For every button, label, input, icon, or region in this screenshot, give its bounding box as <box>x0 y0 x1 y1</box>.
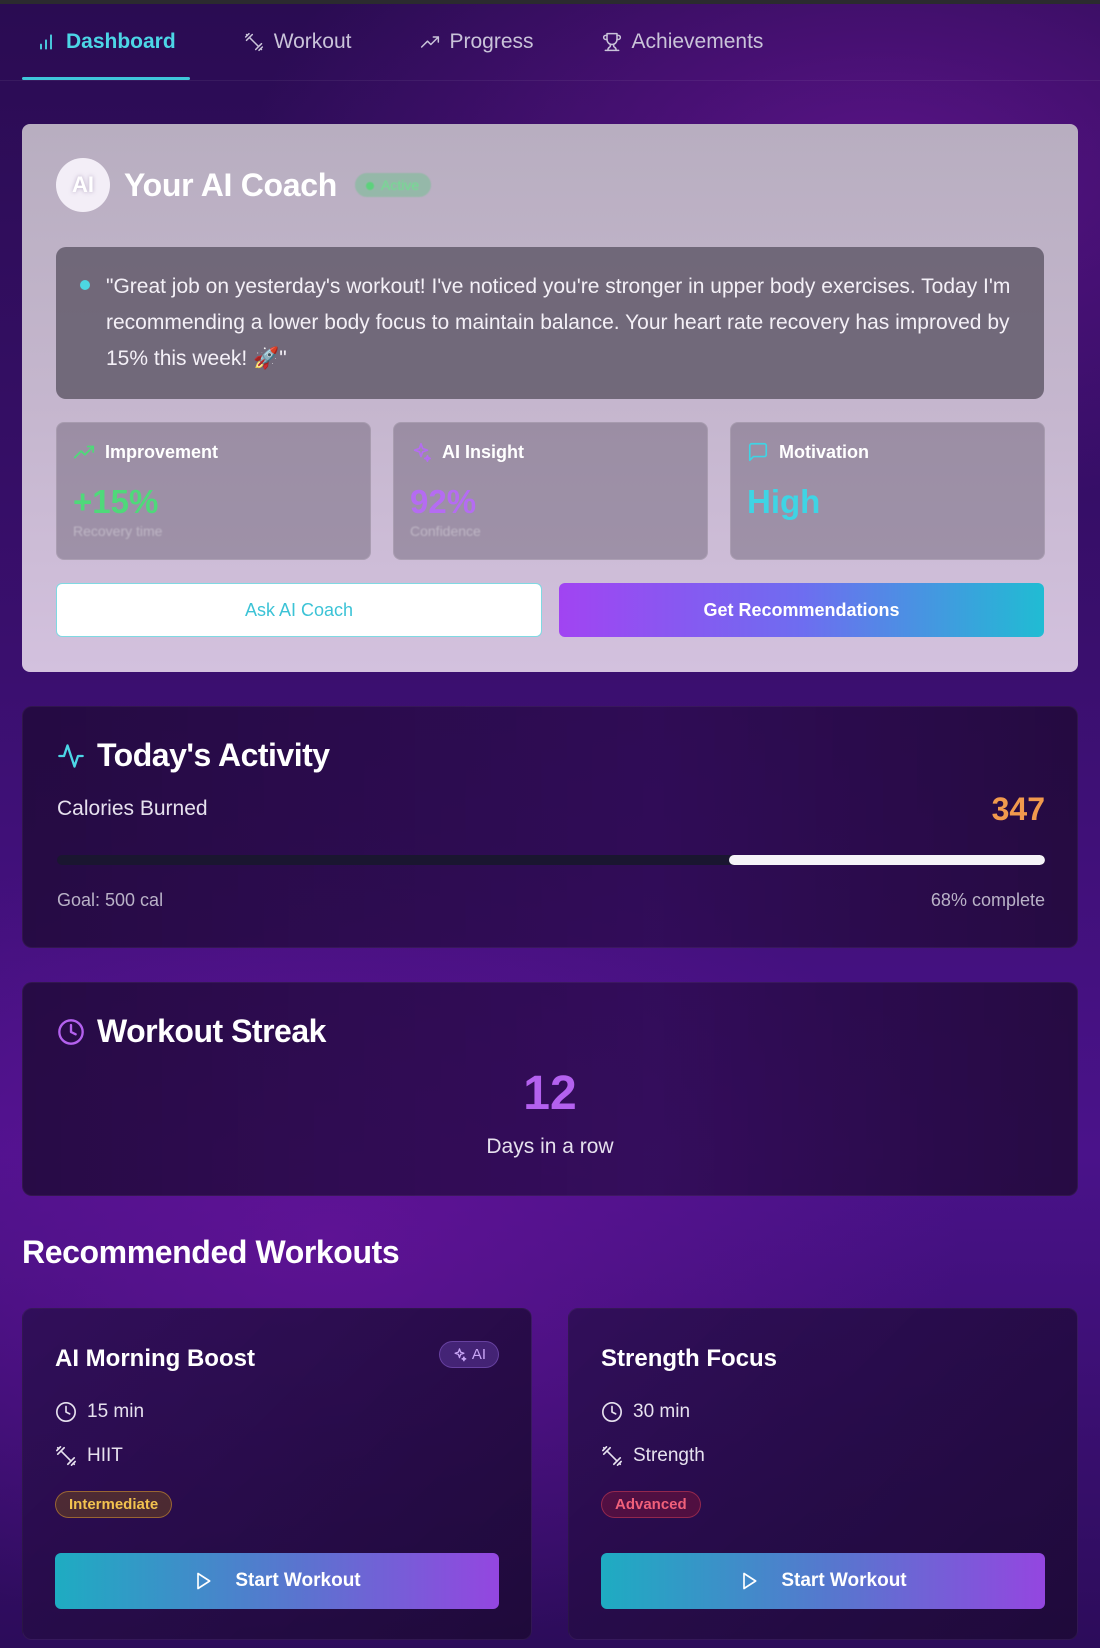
recommended-workouts-heading: Recommended Workouts <box>22 1234 400 1270</box>
clock-icon <box>602 1402 622 1422</box>
stat-value: +15% <box>73 483 159 520</box>
workout-duration: 30 min <box>601 1401 690 1423</box>
stat-sub: Confidence <box>410 523 481 539</box>
ai-badge-label: AI <box>471 1346 486 1363</box>
type-text: Strength <box>633 1445 705 1466</box>
get-recommendations-button[interactable]: Get Recommendations <box>559 583 1044 637</box>
sparkles-icon <box>413 442 431 462</box>
coach-message: "Great job on yesterday's workout! I've … <box>106 275 1011 370</box>
todays-activity-panel: Today's Activity Calories Burned 347 Goa… <box>22 706 1078 948</box>
tab-label: Achievements <box>631 30 764 53</box>
status-badge: Active <box>355 173 432 197</box>
stat-improvement: Improvement +15% Recovery time <box>56 422 371 560</box>
bar-chart-icon <box>40 34 52 50</box>
workout-type: HIIT <box>55 1445 123 1467</box>
start-workout-label: Start Workout <box>781 1570 907 1591</box>
stat-label: AI Insight <box>442 441 524 462</box>
panel-title: Workout Streak <box>57 1013 326 1050</box>
trophy-icon <box>602 32 621 52</box>
workout-title: Strength Focus <box>601 1345 778 1372</box>
avatar: AI <box>56 158 110 212</box>
dumbbell-icon <box>56 1446 76 1466</box>
coach-message-box: "Great job on yesterday's workout! I've … <box>56 247 1044 399</box>
start-workout-button[interactable]: Start Workout <box>55 1553 499 1609</box>
ai-coach-card: AI Your AI Coach Active "Great job on ye… <box>22 124 1078 672</box>
stat-sub: Recovery time <box>73 523 163 539</box>
stat-label: Improvement <box>105 441 219 462</box>
streak-subtitle: Days in a row <box>486 1135 614 1158</box>
trending-up-icon <box>73 445 95 459</box>
tab-achievements[interactable]: Achievements <box>588 4 778 80</box>
tab-label: Dashboard <box>66 30 176 53</box>
panel-title: Today's Activity <box>57 737 330 774</box>
clock-icon <box>58 1018 84 1045</box>
panel-title-text: Today's Activity <box>97 737 330 773</box>
ask-ai-coach-button[interactable]: Ask AI Coach <box>56 583 542 637</box>
message-dot <box>80 280 90 290</box>
workout-streak-panel: Workout Streak 12 Days in a row <box>22 982 1078 1196</box>
stat-label: Motivation <box>779 441 869 462</box>
ai-badge: AI <box>438 1341 499 1368</box>
tab-dashboard[interactable]: Dashboard <box>22 4 190 80</box>
workout-type: Strength <box>601 1445 705 1467</box>
coach-title: Your AI Coach <box>124 166 338 203</box>
message-square-icon <box>748 442 768 462</box>
nav-divider <box>0 80 1100 81</box>
workout-card-ai-morning-boost: AI Morning Boost AI 15 min HIIT Intermed… <box>22 1308 532 1640</box>
dumbbell-icon <box>244 32 263 52</box>
workout-title: AI Morning Boost <box>55 1345 255 1372</box>
dumbbell-icon <box>602 1446 622 1466</box>
goal-text: Goal: 500 cal <box>57 890 164 910</box>
tab-label: Progress <box>449 30 534 53</box>
start-workout-label: Start Workout <box>235 1570 361 1591</box>
tab-progress[interactable]: Progress <box>406 4 548 80</box>
stat-ai-insight: AI Insight 92% Confidence <box>393 422 708 560</box>
percent-complete: 68% complete <box>930 890 1045 910</box>
workout-duration: 15 min <box>55 1401 144 1423</box>
stat-header: AI Insight <box>410 441 524 463</box>
clock-icon <box>56 1402 76 1422</box>
calories-label: Calories Burned <box>57 797 208 820</box>
stat-header: Motivation <box>747 441 869 463</box>
tab-label: Workout <box>273 30 352 53</box>
difficulty-badge: Advanced <box>601 1491 701 1518</box>
activity-icon <box>58 743 84 768</box>
duration-text: 30 min <box>633 1401 691 1422</box>
coach-header: AI Your AI Coach Active <box>56 158 432 212</box>
type-text: HIIT <box>87 1445 123 1466</box>
stat-header: Improvement <box>73 441 218 463</box>
calories-value: 347 <box>991 791 1045 827</box>
stat-value: 92% <box>410 483 477 520</box>
coach-stats: Improvement +15% Recovery time AI Insigh… <box>56 422 1045 560</box>
difficulty-badge: Intermediate <box>55 1491 173 1518</box>
main-nav: Dashboard Workout Progress Achievements <box>22 4 817 80</box>
workout-card-strength-focus: Strength Focus 30 min Strength Advanced … <box>568 1308 1078 1640</box>
tab-workout[interactable]: Workout <box>230 4 366 80</box>
stat-motivation: Motivation High <box>730 422 1045 560</box>
play-icon <box>197 1572 211 1590</box>
progress-fill <box>728 855 1045 865</box>
stat-value: High <box>747 483 821 520</box>
panel-title-text: Workout Streak <box>97 1013 326 1049</box>
sparkles-icon <box>454 1348 467 1362</box>
trending-up-icon <box>420 36 439 48</box>
play-icon <box>743 1572 757 1590</box>
start-workout-button[interactable]: Start Workout <box>601 1553 1045 1609</box>
duration-text: 15 min <box>87 1401 145 1422</box>
streak-count: 12 <box>523 1067 577 1120</box>
calories-progress-bar <box>57 855 1045 865</box>
